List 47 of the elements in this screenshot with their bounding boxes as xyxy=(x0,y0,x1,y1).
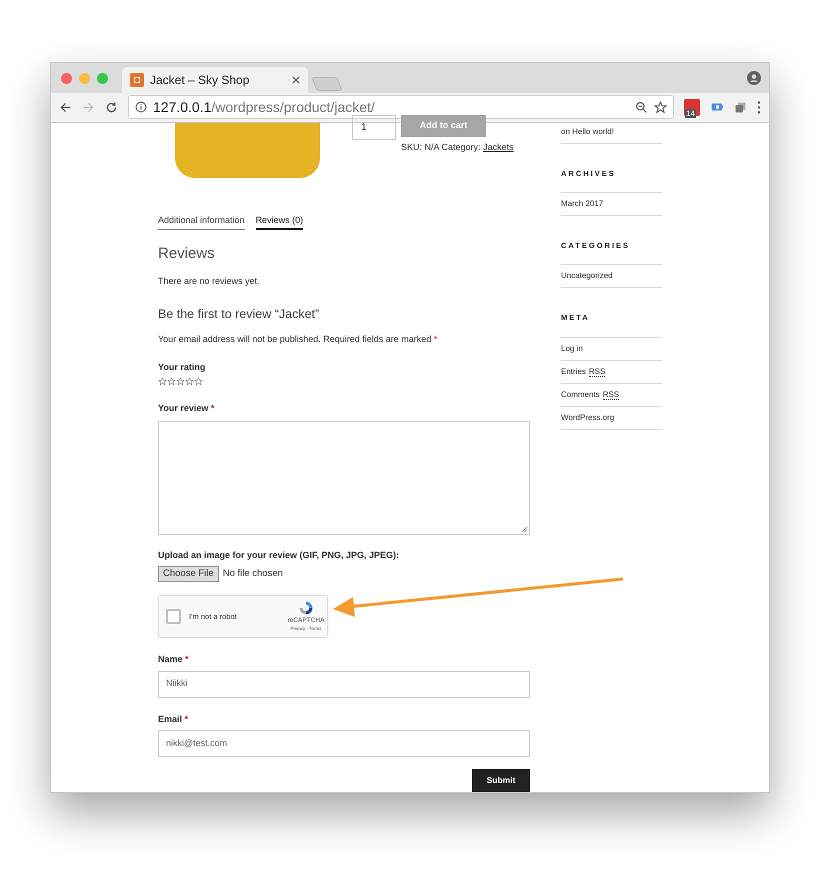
reviews-heading: Reviews xyxy=(158,244,216,264)
no-reviews-text: There are no reviews yet. xyxy=(158,274,261,288)
sidebar-link[interactable]: WordPress.org xyxy=(561,406,662,430)
recaptcha-logo-icon xyxy=(298,600,314,616)
zoom-icon[interactable] xyxy=(635,100,648,114)
info-icon xyxy=(135,101,147,114)
reload-icon[interactable] xyxy=(105,100,118,114)
review-form-heading: Be the first to review “Jacket” xyxy=(158,306,320,324)
sidebar-link[interactable]: Uncategorized xyxy=(561,265,662,288)
window-stack-icon[interactable] xyxy=(734,100,747,114)
browser-tab[interactable]: Jacket – Sky Shop xyxy=(122,67,308,93)
sidebar-link[interactable]: March 2017 xyxy=(561,193,662,216)
review-label: Your review * xyxy=(158,402,216,415)
category-link[interactable]: Jackets xyxy=(483,142,514,152)
address-field[interactable]: 127.0.0.1/wordpress/product/jacket/ xyxy=(128,95,674,120)
close-window-button[interactable] xyxy=(61,72,72,84)
site-favicon-icon xyxy=(130,73,144,87)
sidebar-link[interactable]: Log in xyxy=(561,338,662,360)
rating-label: Your rating xyxy=(158,360,206,374)
sidebar-link[interactable]: Comments RSS xyxy=(561,384,662,406)
tab-title: Jacket – Sky Shop xyxy=(150,72,250,89)
captcha-checkbox[interactable] xyxy=(166,609,181,624)
file-status-text: No file chosen xyxy=(222,566,283,581)
menu-icon[interactable] xyxy=(757,100,761,114)
url-text: 127.0.0.1/wordpress/product/jacket/ xyxy=(153,98,376,117)
email-label: Email * xyxy=(158,712,190,726)
product-meta-text: SKU: N/A Category: Jackets xyxy=(401,140,514,154)
resize-handle-icon[interactable] xyxy=(521,526,528,532)
choose-file-button[interactable]: Choose File xyxy=(158,566,219,582)
quantity-field[interactable]: 1 xyxy=(352,114,396,140)
close-tab-icon[interactable] xyxy=(292,76,300,84)
profile-icon[interactable] xyxy=(747,71,761,85)
bookmark-star-icon[interactable] xyxy=(654,100,667,114)
required-note: Your email address will not be published. Required fields are marked * xyxy=(158,333,438,346)
product-tab[interactable]: Additional information xyxy=(158,214,245,230)
recent-comment-text: on Hello world! xyxy=(561,122,662,144)
submit-button[interactable]: Submit xyxy=(472,769,530,792)
upload-label: Upload an image for your review (GIF, PNG, JPG, JPEG): xyxy=(158,548,400,562)
email-field[interactable]: nikki@test.com xyxy=(158,730,530,757)
star-rating[interactable] xyxy=(158,377,203,386)
sidebar-link[interactable]: Entries RSS xyxy=(561,360,662,384)
back-arrow-icon[interactable] xyxy=(59,100,72,114)
name-label: Name * xyxy=(158,653,190,666)
product-tab[interactable]: Reviews (0) xyxy=(256,214,304,230)
calendar-extension-icon[interactable]: 14 xyxy=(684,98,700,116)
name-field[interactable]: Niikki xyxy=(158,670,530,698)
extension-badge: 14 xyxy=(685,108,696,118)
